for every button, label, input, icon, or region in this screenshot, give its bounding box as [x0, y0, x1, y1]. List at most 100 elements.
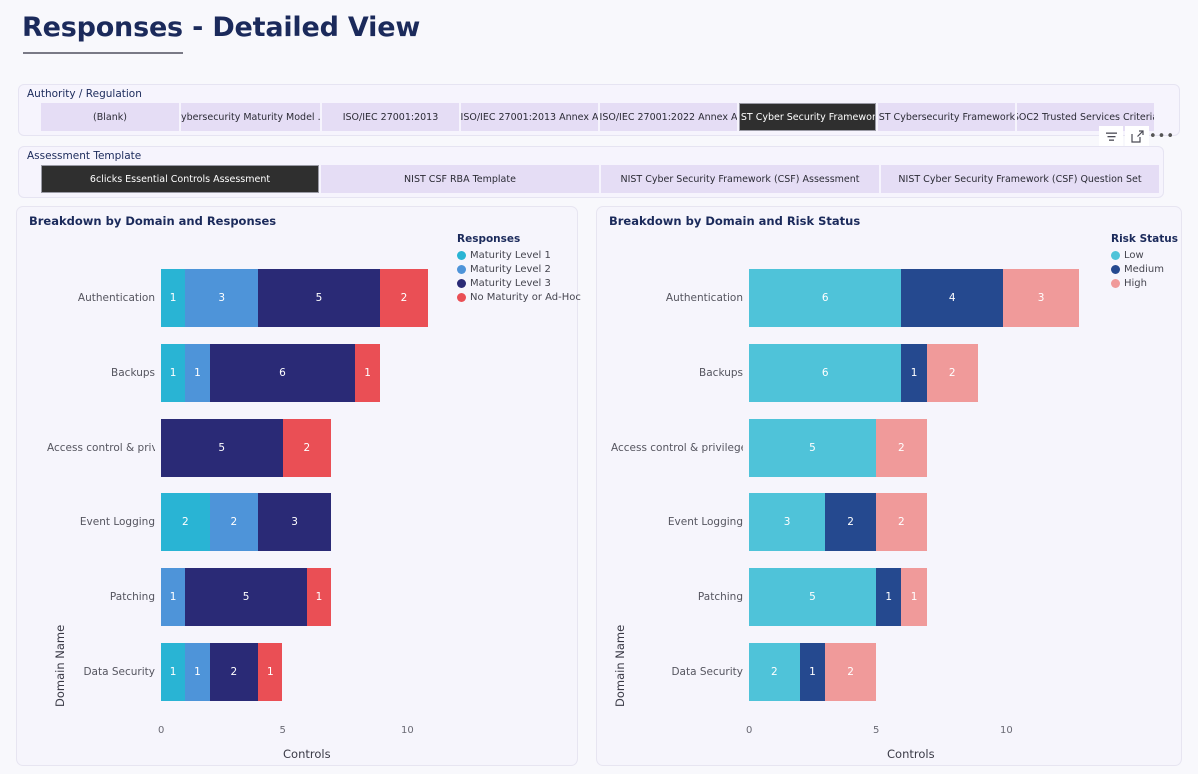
slicer-tile-template-2[interactable]: NIST Cyber Security Framework (CSF) Asse…: [601, 165, 879, 193]
legend-item[interactable]: Maturity Level 3: [457, 276, 581, 290]
bar-segment[interactable]: 1: [876, 568, 901, 626]
bar-row[interactable]: 52: [749, 419, 927, 477]
slicer-template-tiles: 6clicks Essential Controls AssessmentNIS…: [41, 165, 1163, 193]
legend-label: Low: [1124, 250, 1144, 261]
bar-segment[interactable]: 2: [210, 643, 259, 701]
slicer-template-label: Assessment Template: [27, 150, 141, 162]
bar-segment[interactable]: 5: [749, 568, 876, 626]
bar-row[interactable]: 212: [749, 643, 876, 701]
bar-segment[interactable]: 4: [901, 269, 1003, 327]
bar-segment[interactable]: 3: [185, 269, 258, 327]
x-axis-title-left: Controls: [283, 747, 331, 761]
legend-swatch-icon: [457, 251, 466, 260]
bar-segment[interactable]: 5: [161, 419, 283, 477]
bar-row[interactable]: 1161: [161, 344, 380, 402]
legend-item[interactable]: Medium: [1111, 262, 1178, 276]
bar-row[interactable]: 322: [749, 493, 927, 551]
slicer-tile-authority-1[interactable]: Cybersecurity Maturity Model ...: [181, 103, 320, 131]
legend-item[interactable]: Low: [1111, 248, 1178, 262]
slicer-tile-authority-4[interactable]: ISO/IEC 27001:2022 Annex A: [600, 103, 737, 131]
slicer-tile-authority-3[interactable]: ISO/IEC 27001:2013 Annex A: [461, 103, 598, 131]
bar-segment[interactable]: 1: [258, 643, 282, 701]
legend-title: Risk Status: [1111, 233, 1178, 245]
bar-segment[interactable]: 2: [161, 493, 210, 551]
slicer-tile-template-3[interactable]: NIST Cyber Security Framework (CSF) Ques…: [881, 165, 1159, 193]
category-label: Patching: [47, 590, 155, 604]
focus-mode-icon[interactable]: [1125, 126, 1149, 147]
bar-row[interactable]: 223: [161, 493, 331, 551]
bar-segment[interactable]: 1: [800, 643, 825, 701]
slicer-authority-regulation: Authority / Regulation (Blank)Cybersecur…: [18, 84, 1180, 136]
bar-segment[interactable]: 5: [185, 568, 307, 626]
slicer-tile-template-1[interactable]: NIST CSF RBA Template: [321, 165, 599, 193]
slicer-tile-authority-2[interactable]: ISO/IEC 27001:2013: [322, 103, 459, 131]
bar-segment[interactable]: 1: [161, 344, 185, 402]
category-label: Authentication: [47, 291, 155, 305]
bar-segment[interactable]: 5: [749, 419, 876, 477]
bar-segment[interactable]: 1: [185, 344, 209, 402]
legend-item[interactable]: Maturity Level 2: [457, 262, 581, 276]
bar-segment[interactable]: 2: [876, 493, 927, 551]
category-label: Access control & privi...: [47, 441, 155, 455]
legend-swatch-icon: [1111, 279, 1120, 288]
chart-title-risk: Breakdown by Domain and Risk Status: [609, 214, 860, 228]
legend-item[interactable]: No Maturity or Ad-Hoc: [457, 290, 581, 304]
category-label: Backups: [47, 366, 155, 380]
bar-segment[interactable]: 1: [901, 568, 926, 626]
bar-segment[interactable]: 2: [749, 643, 800, 701]
legend-swatch-icon: [457, 293, 466, 302]
slicer-tile-template-0[interactable]: 6clicks Essential Controls Assessment: [41, 165, 319, 193]
bar-segment[interactable]: 1: [307, 568, 331, 626]
legend-item[interactable]: Maturity Level 1: [457, 248, 581, 262]
category-label: Access control & privileges: [611, 441, 743, 455]
legend-swatch-icon: [457, 279, 466, 288]
chart-title-responses: Breakdown by Domain and Responses: [29, 214, 276, 228]
card-breakdown-risk: Breakdown by Domain and Risk Status Doma…: [596, 206, 1182, 766]
slicer-icon-group: •••: [1099, 126, 1173, 147]
slicer-tile-authority-6[interactable]: NIST Cybersecurity Framework...: [878, 103, 1015, 131]
bar-row[interactable]: 643: [749, 269, 1079, 327]
bar-segment[interactable]: 6: [749, 269, 901, 327]
legend-label: Maturity Level 3: [470, 278, 551, 289]
category-label: Event Logging: [611, 515, 743, 529]
legend-swatch-icon: [1111, 265, 1120, 274]
bar-segment[interactable]: 1: [161, 643, 185, 701]
bar-segment[interactable]: 6: [210, 344, 356, 402]
bar-row[interactable]: 612: [749, 344, 978, 402]
bar-segment[interactable]: 2: [210, 493, 259, 551]
legend-item[interactable]: High: [1111, 276, 1178, 290]
bar-segment[interactable]: 2: [380, 269, 429, 327]
category-label: Data Security: [611, 665, 743, 679]
bar-segment[interactable]: 2: [876, 419, 927, 477]
bar-segment[interactable]: 6: [749, 344, 901, 402]
bar-row[interactable]: 511: [749, 568, 927, 626]
slicer-authority-tiles: (Blank)Cybersecurity Maturity Model ...I…: [41, 103, 1179, 131]
x-tick-label: 5: [280, 725, 286, 736]
bar-segment[interactable]: 1: [901, 344, 926, 402]
legend-swatch-icon: [1111, 251, 1120, 260]
more-options-icon[interactable]: •••: [1151, 126, 1173, 147]
bar-row[interactable]: 151: [161, 568, 331, 626]
legend-swatch-icon: [457, 265, 466, 274]
bar-row[interactable]: 1352: [161, 269, 428, 327]
bar-segment[interactable]: 2: [825, 643, 876, 701]
bar-segment[interactable]: 1: [161, 568, 185, 626]
slicer-tile-authority-0[interactable]: (Blank): [41, 103, 179, 131]
category-label: Authentication: [611, 291, 743, 305]
legend-label: Medium: [1124, 264, 1164, 275]
bar-segment[interactable]: 1: [185, 643, 209, 701]
bar-segment[interactable]: 5: [258, 269, 380, 327]
bar-segment[interactable]: 1: [355, 344, 379, 402]
bar-segment[interactable]: 2: [927, 344, 978, 402]
bar-row[interactable]: 52: [161, 419, 331, 477]
filter-icon[interactable]: [1099, 126, 1123, 147]
bar-row[interactable]: 1121: [161, 643, 282, 701]
x-tick-label: 5: [873, 725, 879, 736]
bar-segment[interactable]: 1: [161, 269, 185, 327]
bar-segment[interactable]: 3: [1003, 269, 1079, 327]
bar-segment[interactable]: 2: [825, 493, 876, 551]
bar-segment[interactable]: 3: [258, 493, 331, 551]
bar-segment[interactable]: 3: [749, 493, 825, 551]
slicer-tile-authority-5[interactable]: NIST Cyber Security Framewor...: [739, 103, 876, 131]
bar-segment[interactable]: 2: [283, 419, 332, 477]
